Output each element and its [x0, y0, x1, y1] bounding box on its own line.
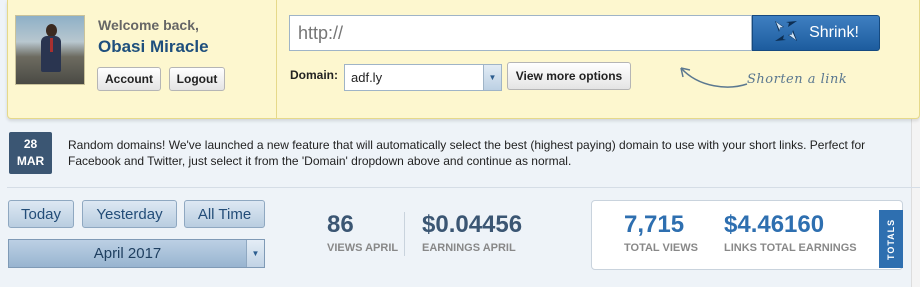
domain-label: Domain:	[290, 68, 338, 82]
yesterday-button[interactable]: Yesterday	[82, 200, 177, 228]
total-views-label: TOTAL VIEWS	[624, 242, 698, 254]
date-badge: 28 MAR	[9, 132, 52, 174]
stat-divider	[404, 212, 405, 256]
all-time-button[interactable]: All Time	[184, 200, 265, 228]
view-more-options-button[interactable]: View more options	[507, 62, 631, 90]
domain-select[interactable]: adf.ly ▼	[344, 64, 502, 91]
domain-value: adf.ly	[351, 70, 383, 85]
url-input[interactable]	[289, 15, 752, 51]
total-earnings-value: $4.46160	[724, 211, 825, 238]
views-label: VIEWS APRIL	[327, 242, 399, 254]
views-value: 86	[327, 211, 354, 238]
shrink-icon	[773, 19, 799, 48]
shrink-label: Shrink!	[809, 24, 859, 41]
logout-button[interactable]: Logout	[169, 67, 225, 91]
avatar	[15, 15, 85, 85]
total-earnings-label: LINKS TOTAL EARNINGS	[724, 242, 857, 254]
section-divider	[7, 187, 920, 188]
user-name: Obasi Miracle	[98, 37, 209, 56]
welcome-text: Welcome back,	[98, 17, 199, 33]
month-select[interactable]: April 2017 ▼	[8, 239, 265, 268]
account-button[interactable]: Account	[97, 67, 161, 91]
avatar-figure	[40, 24, 62, 72]
panel-divider	[276, 0, 277, 119]
earnings-value: $0.04456	[422, 211, 523, 238]
today-button[interactable]: Today	[8, 200, 74, 228]
date-month: MAR	[16, 154, 45, 168]
shorten-hint: Shorten a link	[669, 58, 884, 98]
earnings-label: EARNINGS APRIL	[422, 242, 516, 254]
shrink-button[interactable]: Shrink!	[752, 15, 880, 51]
announcement-text: Random domains! We've launched a new fea…	[68, 138, 866, 168]
date-day: 28	[23, 137, 38, 151]
month-value: April 2017	[93, 245, 162, 262]
total-views-value: 7,715	[624, 211, 685, 238]
chevron-down-icon[interactable]: ▼	[246, 240, 264, 267]
chevron-down-icon[interactable]: ▼	[483, 65, 501, 90]
curved-arrow-icon	[680, 67, 748, 88]
totals-tab[interactable]: TOTALS	[879, 210, 903, 268]
shorten-hint-text: Shorten a link	[747, 72, 848, 87]
